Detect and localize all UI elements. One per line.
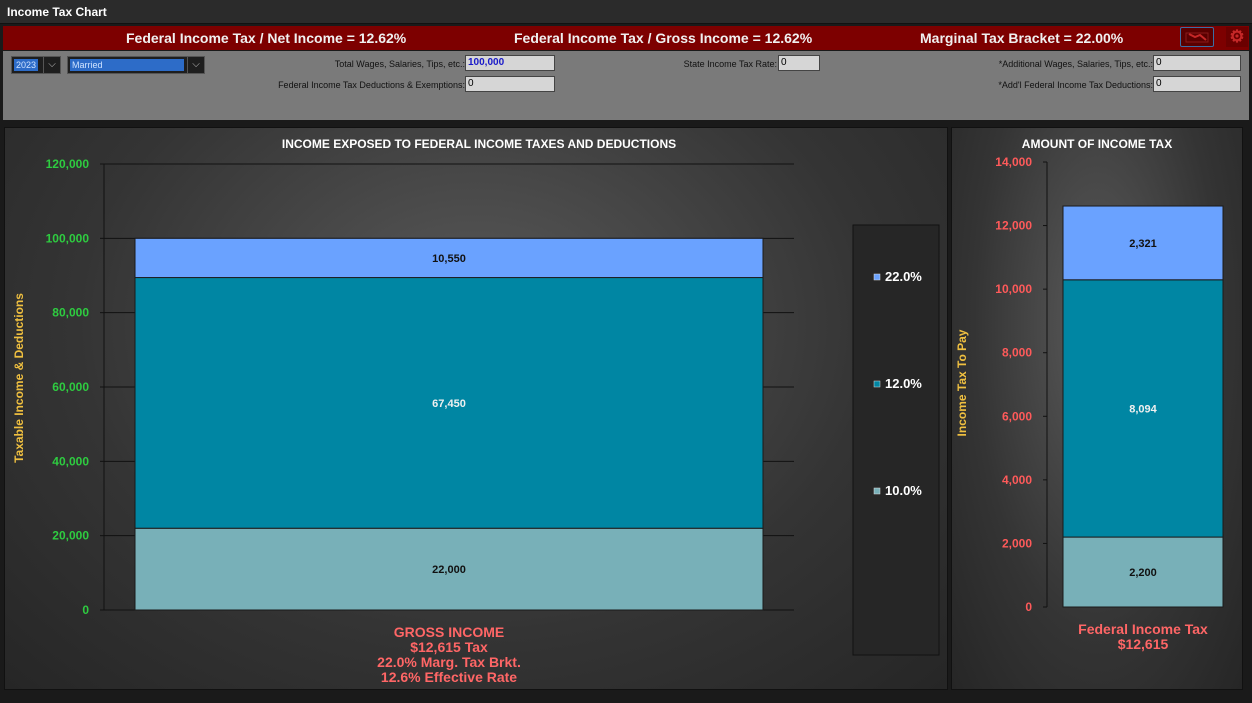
y-tick-label: 8,000 — [1002, 346, 1032, 360]
legend-swatch — [873, 487, 881, 495]
filing-status-select[interactable]: Married ⌵ — [67, 56, 205, 74]
net-income-ratio: Federal Income Tax / Net Income = 12.62% — [126, 30, 407, 46]
income-chart-ylabel: Taxable Income & Deductions — [12, 293, 26, 463]
deductions-label: Federal Income Tax Deductions & Exemptio… — [278, 80, 465, 90]
legend-box — [852, 224, 940, 656]
y-tick-label: 40,000 — [52, 454, 89, 468]
y-tick-label: 10,000 — [995, 282, 1032, 296]
state-rate-label: State Income Tax Rate: — [683, 59, 777, 69]
state-rate-input[interactable]: 0 — [778, 55, 820, 71]
year-select[interactable]: 2023 ⌵ — [11, 56, 61, 74]
chevron-down-icon: ⌵ — [43, 57, 60, 73]
tax-chart-panel: AMOUNT OF INCOME TAX Income Tax To Pay 0… — [951, 127, 1243, 690]
caption-line: 22.0% Marg. Tax Brkt. — [377, 654, 521, 670]
legend-item: 22.0% — [885, 269, 922, 284]
income-chart-panel: INCOME EXPOSED TO FEDERAL INCOME TAXES A… — [4, 127, 948, 690]
y-tick-label: 80,000 — [52, 306, 89, 320]
y-tick-label: 60,000 — [52, 380, 89, 394]
tax-chart-title: AMOUNT OF INCOME TAX — [1022, 137, 1172, 151]
caption-line: $12,615 Tax — [410, 639, 488, 655]
y-tick-label: 4,000 — [1002, 473, 1032, 487]
chevron-down-icon: ⌵ — [187, 57, 204, 73]
y-tick-label: 14,000 — [995, 155, 1032, 169]
summary-bar: Federal Income Tax / Net Income = 12.62%… — [3, 26, 1249, 50]
y-tick-label: 2,000 — [1002, 536, 1032, 550]
legend-swatch — [873, 380, 881, 388]
caption-line: GROSS INCOME — [394, 624, 504, 640]
y-tick-label: 6,000 — [1002, 409, 1032, 423]
y-tick-label: 0 — [82, 603, 89, 617]
additional-wages-label: *Additional Wages, Salaries, Tips, etc.: — [998, 59, 1153, 69]
legend-item: 12.0% — [885, 376, 922, 391]
data-label: 2,321 — [1129, 238, 1157, 250]
filing-status-value: Married — [70, 59, 184, 71]
addl-deductions-input[interactable]: 0 — [1153, 76, 1241, 92]
wages-input[interactable]: 100,000 — [465, 55, 555, 71]
data-label: 67,450 — [432, 398, 466, 410]
additional-wages-input[interactable]: 0 — [1153, 55, 1241, 71]
y-tick-label: 100,000 — [46, 231, 90, 245]
addl-deductions-label: *Add'l Federal Income Tax Deductions: — [998, 80, 1153, 90]
y-tick-label: 0 — [1025, 600, 1032, 614]
caption-line: 12.6% Effective Rate — [381, 669, 517, 685]
deductions-input[interactable]: 0 — [465, 76, 555, 92]
income-chart-title: INCOME EXPOSED TO FEDERAL INCOME TAXES A… — [282, 137, 676, 151]
chart-view-button[interactable] — [1180, 27, 1214, 47]
data-label: 10,550 — [432, 253, 466, 265]
data-label: 2,200 — [1129, 567, 1157, 579]
tax-chart: AMOUNT OF INCOME TAX Income Tax To Pay 0… — [955, 137, 1224, 652]
tax-chart-ylabel: Income Tax To Pay — [955, 329, 969, 436]
settings-gear-icon[interactable]: ⚙ — [1226, 27, 1248, 47]
caption-line: Federal Income Tax — [1078, 621, 1208, 637]
gross-income-ratio: Federal Income Tax / Gross Income = 12.6… — [514, 30, 813, 46]
y-tick-label: 12,000 — [995, 219, 1032, 233]
legend-item: 10.0% — [885, 483, 922, 498]
input-panel: 2023 ⌵ Married ⌵ Total Wages, Salaries, … — [3, 51, 1249, 120]
data-label: 8,094 — [1129, 403, 1157, 415]
y-tick-label: 120,000 — [46, 157, 90, 171]
chart-icon — [1185, 32, 1209, 43]
y-tick-label: 20,000 — [52, 529, 89, 543]
data-label: 22,000 — [432, 564, 466, 576]
legend-swatch — [873, 273, 881, 281]
year-value: 2023 — [14, 59, 39, 71]
window-title: Income Tax Chart — [0, 0, 1252, 24]
caption-line: $12,615 — [1118, 636, 1169, 652]
wages-label: Total Wages, Salaries, Tips, etc.: — [334, 59, 465, 69]
income-chart: INCOME EXPOSED TO FEDERAL INCOME TAXES A… — [12, 137, 940, 685]
marginal-bracket: Marginal Tax Bracket = 22.00% — [920, 30, 1124, 46]
